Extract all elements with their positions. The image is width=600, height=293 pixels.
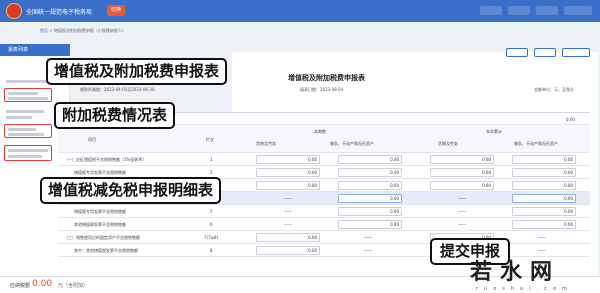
top-bar: 全国统一规范电子税务局 切换 [0, 0, 600, 22]
sidebar-item-reduction[interactable] [4, 145, 52, 161]
callout-main-form: 增值税及附加税费申报表 [46, 58, 228, 85]
tax-payable-label: 应纳税额 [10, 283, 31, 289]
cell-input[interactable]: 0.00 [256, 233, 320, 242]
cell-input[interactable]: 0.00 [430, 181, 494, 190]
col-item: 项目 [88, 137, 96, 142]
cell-input[interactable]: 0.00 [512, 207, 576, 216]
breadcrumb: 首页 > 增值税及附加税费申报（小规模纳税人） [40, 28, 126, 33]
sidebar-line [8, 92, 38, 95]
fill-date: 填表日期：2023-08-04 [300, 87, 344, 92]
tax-payable-amount: 0.00 [32, 279, 53, 289]
table-row: （一）应征增值税不含税销售额（3%征收率） 1 0.00 0.00 0.00 0… [58, 153, 590, 166]
sidebar-line [8, 97, 48, 100]
row-item: （一）应征增值税不含税销售额（3%征收率） [64, 157, 147, 162]
row-line: 5 [210, 209, 213, 214]
cell-input[interactable]: 0.00 [338, 168, 402, 177]
col-line: 栏次 [206, 137, 214, 142]
cell-input[interactable]: 0.00 [512, 181, 576, 190]
cell-input[interactable]: 0.00 [256, 181, 320, 190]
cell-dash: —— [364, 248, 372, 253]
nav-item[interactable] [480, 6, 502, 15]
cell-dash: —— [458, 222, 466, 227]
cell-input[interactable]: 0.00 [256, 155, 320, 164]
watermark-url: ruoshui.com [476, 286, 573, 292]
user-menu[interactable] [564, 6, 592, 15]
switch-button[interactable]: 切换 [107, 5, 126, 16]
row-line: 8 [210, 248, 213, 253]
callout-surcharge: 附加税费情况表 [54, 102, 176, 129]
row-item: 增值税专用发票不含税销售额 [74, 170, 126, 175]
nav-item[interactable] [508, 6, 530, 15]
row-item: 增值税专用发票不含税销售额 [74, 209, 126, 214]
table-header: 项目 栏次 本期数 本年累计 货物及劳务 服务、不动产和无形资产 货物及劳务 服… [58, 125, 590, 153]
form-title: 增值税及附加税费申报表 [288, 74, 365, 82]
sidebar-title: 报表列表 [0, 44, 70, 56]
row-item: 其他增值税发票不含税销售额 [74, 222, 126, 227]
cell-dash: —— [538, 248, 546, 253]
cell-input[interactable]: 0.00 [430, 155, 494, 164]
amount-unit: 金额单位：元，至角分 [534, 87, 574, 92]
cell-input[interactable]: 0.00 [338, 207, 402, 216]
cell-dash: —— [284, 196, 292, 201]
cell-input[interactable]: 0.00 [512, 155, 576, 164]
breadcrumb-current: 增值税及附加税费申报（小规模纳税人） [53, 28, 126, 33]
breadcrumb-home[interactable]: 首页 [40, 28, 48, 33]
site-title: 全国统一规范电子税务局 [26, 9, 93, 16]
cell-dash: —— [284, 222, 292, 227]
table-row: 增值税专用发票不含税销售额 5 —— 0.00 —— 0.00 [58, 205, 590, 218]
sub-services: 服务、不动产和无形资产 [330, 141, 374, 146]
row-line: 2 [210, 170, 213, 175]
row-item: 其中：其他增值税发票不含税销售额 [74, 248, 138, 253]
toolbar-button[interactable] [506, 48, 528, 57]
callout-reduction: 增值税减免税申报明细表 [40, 177, 222, 204]
cell-input[interactable]: 0.00 [256, 168, 320, 177]
sub-goods: 货物及劳务 [438, 141, 458, 146]
cell-dash: —— [538, 235, 546, 240]
cell-dash: —— [458, 209, 466, 214]
sidebar-line [8, 155, 42, 158]
cell-input[interactable]: 0.00 [338, 220, 402, 229]
sub-goods: 货物及劳务 [256, 141, 276, 146]
cell-input[interactable]: 0.00 [512, 168, 576, 177]
toolbar-button[interactable] [562, 48, 590, 57]
sidebar-line [6, 116, 32, 119]
table-row: 其他增值税发票不含税销售额 6 —— 0.00 —— 0.00 [58, 218, 590, 231]
col-cumulative: 本年累计 [486, 129, 502, 134]
col-current: 本期数 [314, 129, 326, 134]
nav-item[interactable] [536, 6, 558, 15]
row-line: 6 [210, 222, 213, 227]
tax-payable-unit: 元（含附加） [58, 283, 89, 289]
cell-dash: —— [364, 235, 372, 240]
table-row: （三）销售使用过的固定资产不含税销售额 7(7≥8) 0.00 —— 0.00 … [58, 231, 590, 244]
row-line: 1 [210, 157, 213, 162]
sidebar-line [8, 149, 48, 152]
tax-period: 税款所属期：2023-04-01至2023-06-30 [80, 87, 155, 92]
row-line: 7(7≥8) [204, 235, 219, 240]
sidebar-line [8, 128, 36, 131]
tax-emblem-icon [6, 3, 22, 19]
cell-input[interactable]: 0.00 [512, 194, 576, 203]
sub-services: 服务、不动产和无形资产 [514, 141, 558, 146]
sidebar-line [8, 133, 44, 136]
cell-input[interactable]: 0.00 [256, 246, 320, 255]
toolbar-button[interactable] [534, 48, 556, 57]
cell-input[interactable]: 0.00 [338, 194, 402, 203]
cell-input[interactable]: 0.00 [338, 155, 402, 164]
watermark: 若水网 [470, 260, 561, 285]
sidebar-line [6, 110, 44, 113]
cell-dash: —— [284, 209, 292, 214]
row-item: （三）销售使用过的固定资产不含税销售额 [64, 235, 140, 240]
cell-input[interactable]: 0.00 [338, 181, 402, 190]
cell-input[interactable]: 0.00 [430, 168, 494, 177]
cell-dash: —— [458, 196, 466, 201]
cell-input[interactable]: 0.00 [512, 220, 576, 229]
top-value: 0.00 [566, 117, 575, 122]
